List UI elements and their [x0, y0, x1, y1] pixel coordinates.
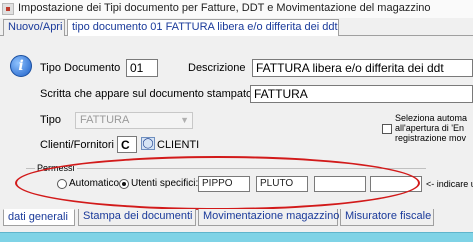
bottom-tab-strip: dati generali Stampa dei documenti Movim… — [0, 208, 473, 226]
window-title: Impostazione dei Tipi documento per Fatt… — [18, 2, 431, 14]
status-bar — [0, 232, 473, 242]
radio-automatico-label: Automatico — [69, 178, 120, 189]
permessi-title: Permessi — [35, 163, 77, 173]
clienti-field[interactable]: C — [117, 136, 137, 153]
tipo-label: Tipo — [40, 114, 61, 126]
descrizione-field[interactable]: FATTURA libera e/o differita dei ddt — [252, 59, 473, 77]
auto-select-checkbox[interactable] — [382, 124, 392, 134]
app-icon — [2, 3, 14, 15]
auto-select-option-label: Seleziona automa all'apertura di 'En reg… — [395, 113, 468, 143]
permessi-hint: <- indicare u — [426, 179, 473, 189]
tab-nuovo-apri[interactable]: Nuovo/Apri — [3, 19, 65, 36]
chevron-down-icon: ▼ — [180, 115, 189, 125]
scritta-field[interactable]: FATTURA — [250, 85, 473, 103]
clienti-label: Clienti/Fornitori — [40, 139, 114, 151]
user-field-4[interactable] — [370, 176, 422, 192]
binoculars-icon[interactable]: ◯ — [141, 137, 155, 150]
tipo-documento-label: Tipo Documento — [40, 62, 121, 74]
tab-movimentazione-magazzino[interactable]: Movimentazione magazzino — [198, 209, 339, 226]
radio-automatico[interactable] — [57, 179, 67, 189]
top-tab-strip: Nuovo/Apri tipo documento 01 FATTURA lib… — [0, 18, 473, 36]
info-icon: i — [10, 55, 32, 77]
descrizione-label: Descrizione — [188, 62, 246, 74]
tipo-documento-field[interactable]: 01 — [126, 59, 158, 77]
scritta-label: Scritta che appare sul documento stampat… — [40, 88, 253, 100]
title-bar: Impostazione dei Tipi documento per Fatt… — [0, 0, 473, 18]
radio-utenti-label: Utenti specifici: — [131, 178, 199, 189]
user-field-3[interactable] — [314, 176, 366, 192]
radio-utenti-specifici[interactable] — [119, 179, 129, 189]
tab-tipo-documento[interactable]: tipo documento 01 FATTURA libera e/o dif… — [67, 19, 339, 36]
user-field-2[interactable]: PLUTO — [256, 176, 308, 192]
user-field-1[interactable]: PIPPO — [198, 176, 250, 192]
tipo-select: FATTURA ▼ — [75, 112, 193, 129]
tipo-select-value: FATTURA — [80, 114, 130, 126]
tab-dati-generali[interactable]: dati generali — [3, 209, 75, 226]
tab-stampa-documenti[interactable]: Stampa dei documenti — [78, 209, 196, 226]
clienti-text: CLIENTI — [157, 139, 200, 151]
tab-misuratore-fiscale[interactable]: Misuratore fiscale — [340, 209, 434, 226]
